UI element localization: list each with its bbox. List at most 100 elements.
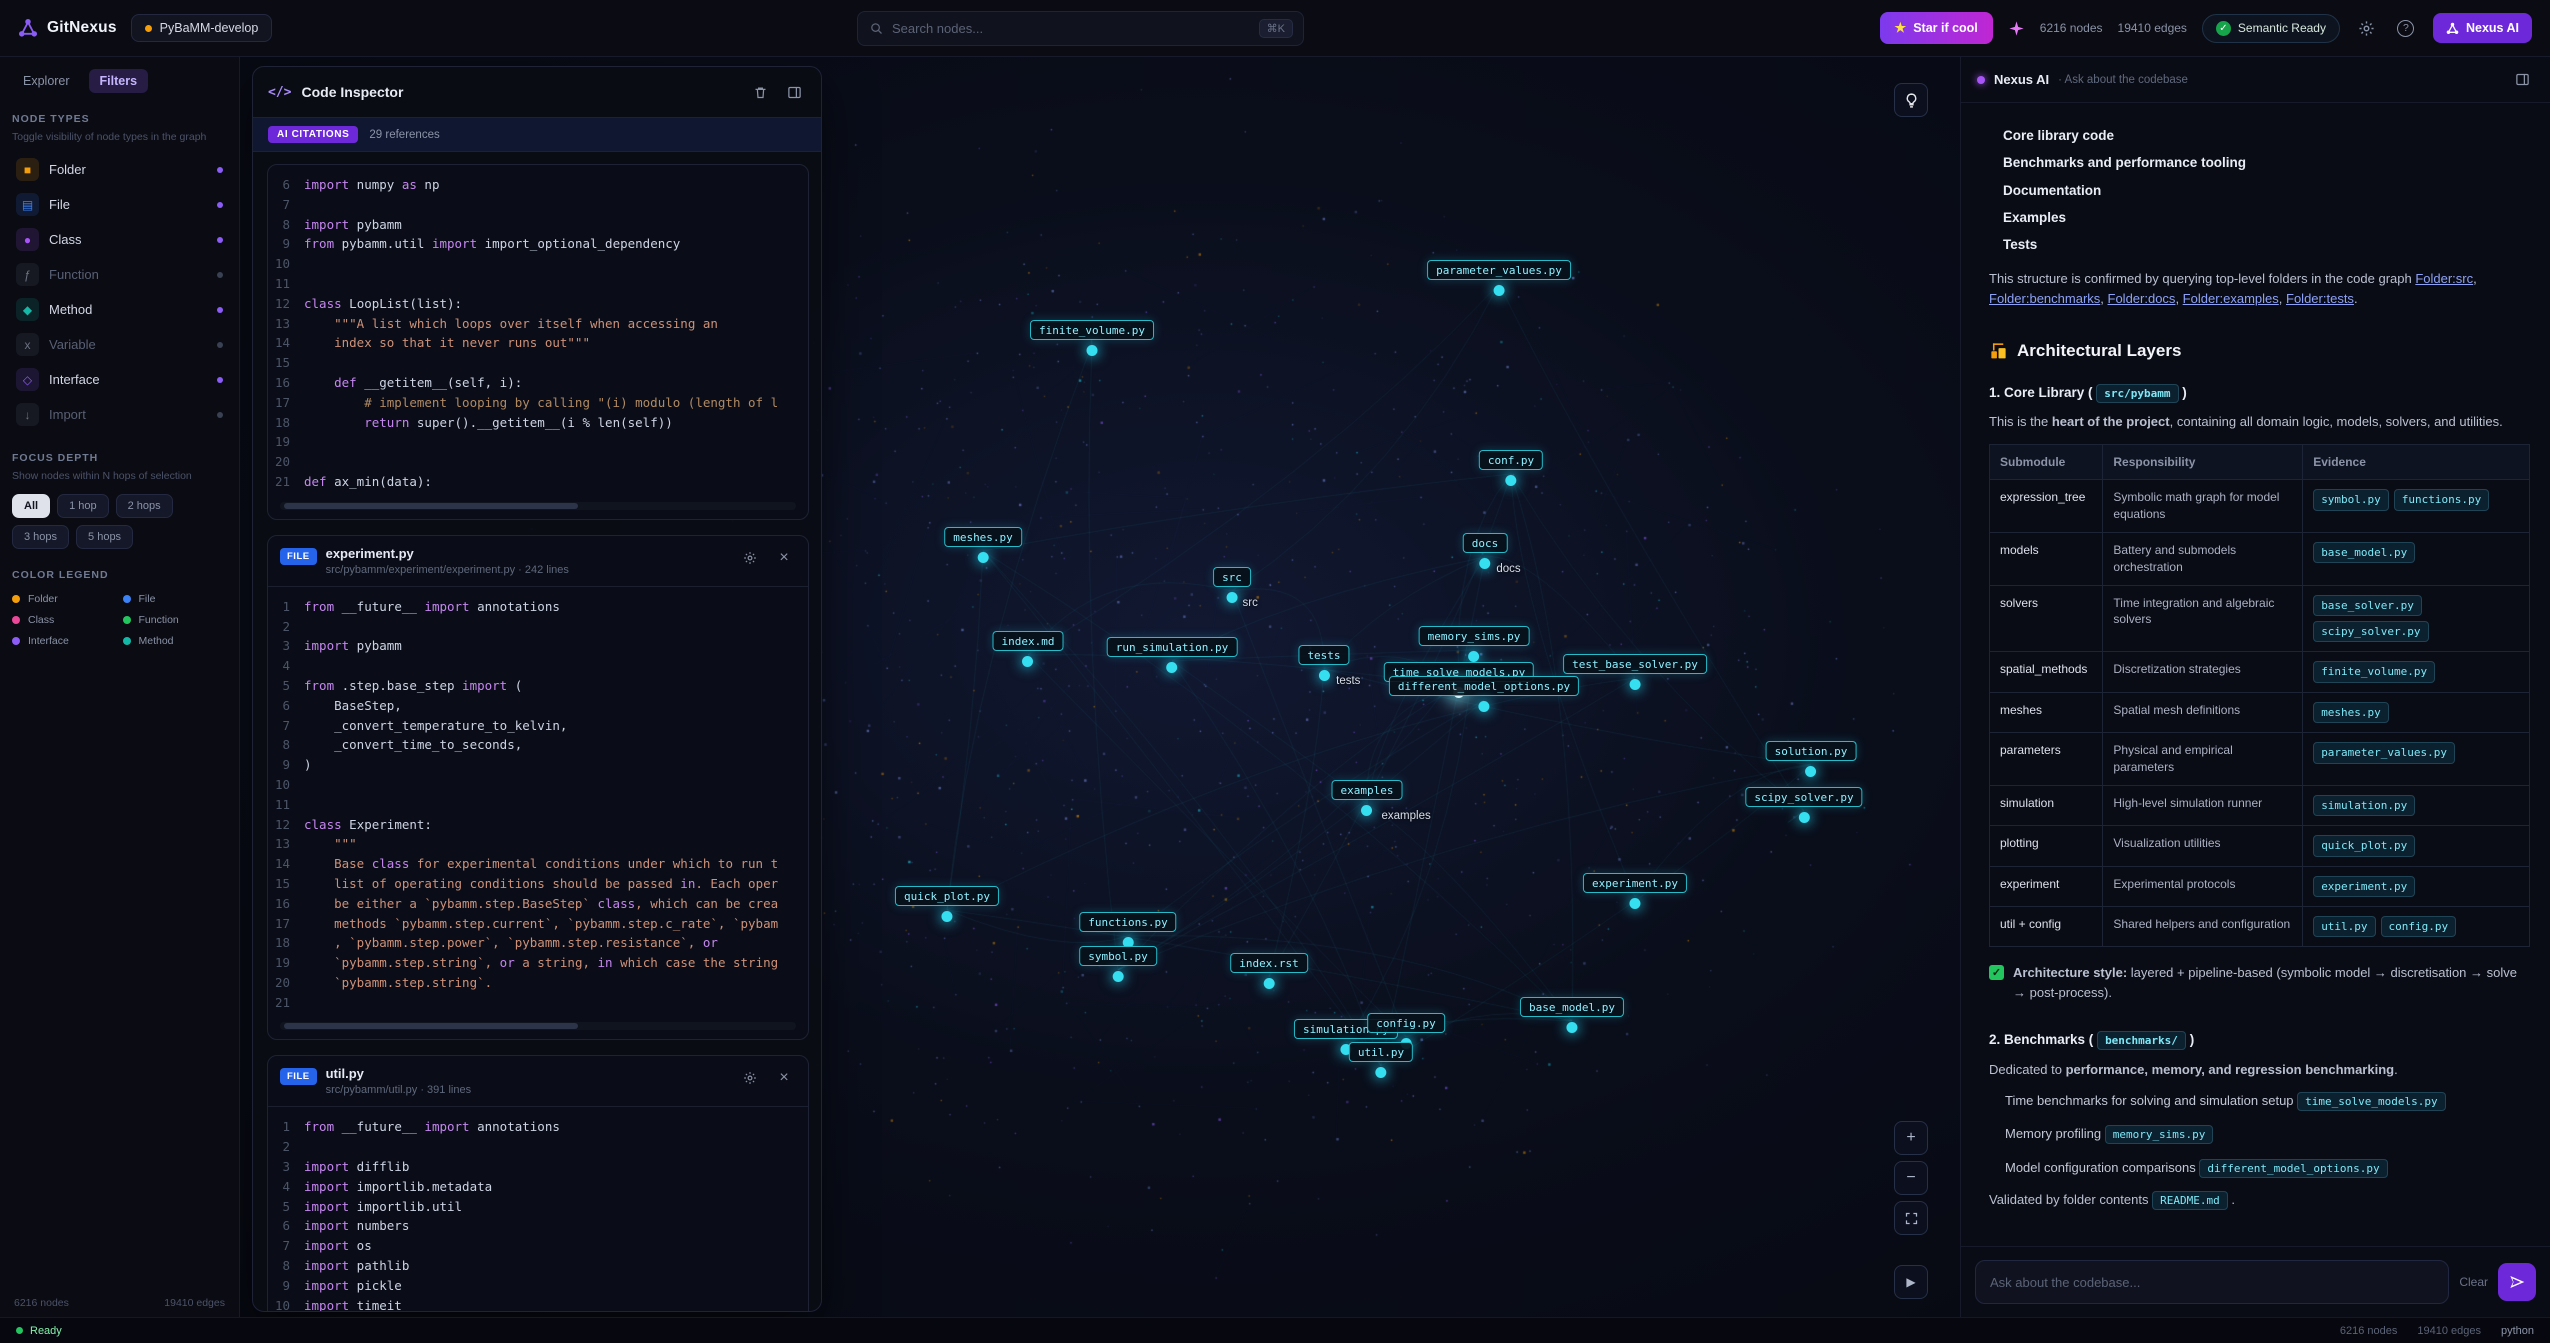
evidence-chip-meshes-py[interactable]: meshes.py	[2313, 702, 2389, 723]
graph-node-symbol-py[interactable]: symbol.py	[1079, 946, 1157, 966]
benchmark-chip-memory-sims-py[interactable]: memory_sims.py	[2105, 1125, 2214, 1144]
node-type-folder[interactable]: ■Folder	[12, 152, 227, 187]
focus-depth-5-hops[interactable]: 5 hops	[76, 525, 133, 549]
graph-node-finite-volume-py[interactable]: finite_volume.py	[1030, 320, 1154, 340]
graph-node-different-model-options-py[interactable]: different_model_options.py	[1389, 676, 1579, 696]
node-search[interactable]: ⌘K	[857, 11, 1304, 46]
clear-chat-button[interactable]: Clear	[2459, 1275, 2488, 1289]
evidence-chip-base-model-py[interactable]: base_model.py	[2313, 542, 2415, 563]
graph-link-folder-src[interactable]: Folder:src	[2415, 271, 2473, 286]
graph-link-folder-docs[interactable]: Folder:docs	[2108, 291, 2176, 306]
graph-link-folder-examples[interactable]: Folder:examples	[2183, 291, 2279, 306]
evidence-chip-quick-plot-py[interactable]: quick_plot.py	[2313, 835, 2415, 856]
graph-node-src[interactable]: srcsrc	[1213, 567, 1251, 587]
benchmarks-chip[interactable]: benchmarks/	[2097, 1031, 2186, 1050]
focus-depth-2-hops[interactable]: 2 hops	[116, 494, 173, 518]
play-layout-button[interactable]: ▶	[1894, 1265, 1928, 1299]
evidence-chip-parameter-values-py[interactable]: parameter_values.py	[2313, 742, 2455, 763]
node-type-file[interactable]: ▤File	[12, 187, 227, 222]
node-dot[interactable]	[1087, 345, 1098, 356]
evidence-chip-simulation-py[interactable]: simulation.py	[2313, 795, 2415, 816]
node-dot[interactable]	[1805, 766, 1816, 777]
node-dot[interactable]	[1469, 651, 1480, 662]
node-dot[interactable]	[1112, 971, 1123, 982]
benchmark-chip-different-model-options-py[interactable]: different_model_options.py	[2199, 1159, 2387, 1178]
evidence-chip-finite-volume-py[interactable]: finite_volume.py	[2313, 661, 2435, 682]
graph-link-folder-tests[interactable]: Folder:tests	[2286, 291, 2354, 306]
graph-node-test-base-solver-py[interactable]: test_base_solver.py	[1563, 654, 1707, 674]
node-dot[interactable]	[1361, 805, 1372, 816]
card-close-button[interactable]: ×	[772, 546, 796, 570]
graph-link-folder-benchmarks[interactable]: Folder:benchmarks	[1989, 291, 2100, 306]
fit-view-button[interactable]	[1894, 1201, 1928, 1235]
ai-collapse-button[interactable]	[2510, 68, 2534, 92]
node-type-import[interactable]: ↓Import	[12, 397, 227, 432]
graph-node-docs[interactable]: docsdocs	[1463, 533, 1508, 553]
graph-node-examples[interactable]: examplesexamples	[1332, 780, 1403, 800]
node-dot[interactable]	[1263, 978, 1274, 989]
node-type-method[interactable]: ◆Method	[12, 292, 227, 327]
evidence-chip-experiment-py[interactable]: experiment.py	[2313, 876, 2415, 897]
tab-filters[interactable]: Filters	[89, 69, 149, 93]
evidence-chip-symbol-py[interactable]: symbol.py	[2313, 489, 2389, 510]
evidence-chip-functions-py[interactable]: functions.py	[2394, 489, 2489, 510]
star-repo-button[interactable]: ★ Star if cool	[1880, 12, 1993, 44]
node-dot[interactable]	[1479, 701, 1490, 712]
node-dot[interactable]	[977, 552, 988, 563]
focus-depth-all[interactable]: All	[12, 494, 50, 518]
graph-node-parameter-values-py[interactable]: parameter_values.py	[1427, 260, 1571, 280]
node-dot[interactable]	[1480, 558, 1491, 569]
settings-button[interactable]	[2355, 16, 2379, 40]
node-type-variable[interactable]: xVariable	[12, 327, 227, 362]
focus-depth-3-hops[interactable]: 3 hops	[12, 525, 69, 549]
graph-node-index-rst[interactable]: index.rst	[1230, 953, 1308, 973]
graph-node-conf-py[interactable]: conf.py	[1479, 450, 1543, 470]
graph-node-solution-py[interactable]: solution.py	[1766, 741, 1857, 761]
graph-node-util-py[interactable]: util.py	[1349, 1042, 1413, 1062]
focus-depth-1-hop[interactable]: 1 hop	[57, 494, 109, 518]
scrollbar-thumb[interactable]	[284, 503, 578, 509]
card-settings-button[interactable]	[738, 546, 762, 570]
node-dot[interactable]	[1799, 812, 1810, 823]
horizontal-scrollbar[interactable]	[280, 1022, 796, 1030]
node-dot[interactable]	[1505, 475, 1516, 486]
graph-node-experiment-py[interactable]: experiment.py	[1583, 873, 1687, 893]
node-dot[interactable]	[942, 911, 953, 922]
nexus-ai-button[interactable]: Nexus AI	[2433, 13, 2532, 43]
node-dot[interactable]	[1494, 285, 1505, 296]
graph-node-config-py[interactable]: config.py	[1367, 1013, 1445, 1033]
card-close-button[interactable]: ×	[772, 1066, 796, 1090]
node-type-function[interactable]: ƒFunction	[12, 257, 227, 292]
node-type-interface[interactable]: ◇Interface	[12, 362, 227, 397]
graph-node-scipy-solver-py[interactable]: scipy_solver.py	[1745, 787, 1862, 807]
horizontal-scrollbar[interactable]	[280, 502, 796, 510]
evidence-chip-config-py[interactable]: config.py	[2381, 916, 2457, 937]
evidence-chip-scipy-solver-py[interactable]: scipy_solver.py	[2313, 621, 2428, 642]
graph-node-tests[interactable]: teststests	[1298, 645, 1349, 665]
ai-chat-content[interactable]: Core library codeBenchmarks and performa…	[1961, 103, 2550, 1246]
readme-chip[interactable]: README.md	[2152, 1191, 2228, 1210]
graph-node-index-md[interactable]: index.md	[993, 631, 1064, 651]
node-dot[interactable]	[1375, 1067, 1386, 1078]
evidence-chip-util-py[interactable]: util.py	[2313, 916, 2375, 937]
graph-node-memory-sims-py[interactable]: memory_sims.py	[1419, 626, 1530, 646]
help-button[interactable]: ?	[2394, 16, 2418, 40]
zoom-in-button[interactable]: +	[1894, 1121, 1928, 1155]
graph-node-meshes-py[interactable]: meshes.py	[944, 527, 1022, 547]
benchmark-chip-time-solve-models-py[interactable]: time_solve_models.py	[2297, 1092, 2445, 1111]
repo-selector[interactable]: PyBaMM-develop	[131, 14, 273, 42]
node-dot[interactable]	[1630, 898, 1641, 909]
clear-citations-button[interactable]	[748, 80, 772, 104]
insights-bulb-button[interactable]	[1894, 83, 1928, 117]
node-type-class[interactable]: ●Class	[12, 222, 227, 257]
zoom-out-button[interactable]: −	[1894, 1161, 1928, 1195]
send-message-button[interactable]	[2498, 1263, 2536, 1301]
node-dot[interactable]	[1319, 670, 1330, 681]
graph-node-quick-plot-py[interactable]: quick_plot.py	[895, 886, 999, 906]
code-cards-list[interactable]: 6import numpy as np7 8import pybamm9from…	[253, 152, 821, 1311]
evidence-chip-base-solver-py[interactable]: base_solver.py	[2313, 595, 2422, 616]
ask-codebase-input[interactable]	[1975, 1260, 2449, 1304]
tab-explorer[interactable]: Explorer	[12, 69, 81, 93]
graph-node-run-simulation-py[interactable]: run_simulation.py	[1107, 637, 1238, 657]
node-dot[interactable]	[1022, 656, 1033, 667]
